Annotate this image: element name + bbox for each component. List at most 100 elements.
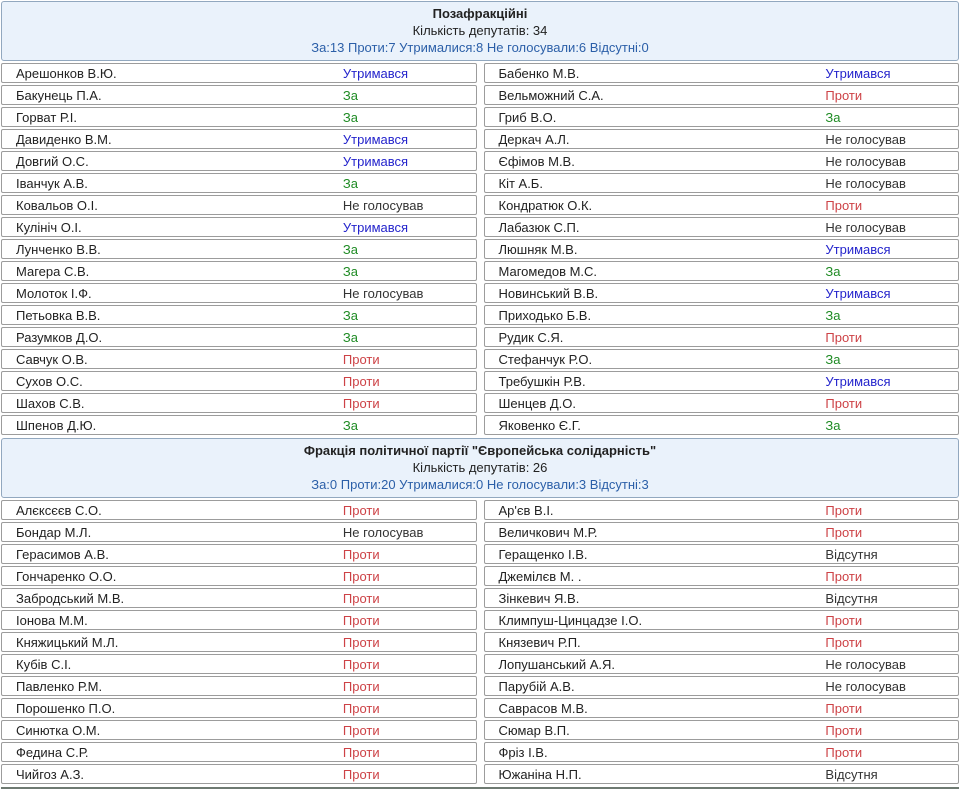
deputy-name: Федина С.Р.: [2, 745, 343, 760]
deputy-vote-value: Проти: [343, 657, 476, 672]
deputy-vote-value: За: [825, 308, 958, 323]
deputy-vote-value: Утримався: [343, 154, 476, 169]
deputy-name: Саврасов М.В.: [485, 701, 826, 716]
deputy-name: Княжицький М.Л.: [2, 635, 343, 650]
deputy-vote-value: Проти: [825, 569, 958, 584]
deputy-vote-value: Проти: [825, 701, 958, 716]
deputy-name: Гончаренко О.О.: [2, 569, 343, 584]
deputy-vote-row: Лунченко В.В. За: [1, 239, 477, 259]
faction-section: Фракція політичної партії "Європейська с…: [1, 438, 959, 786]
deputy-name: Зінкевич Я.В.: [485, 591, 826, 606]
deputy-name: Парубій А.В.: [485, 679, 826, 694]
deputy-name: Єфімов М.В.: [485, 154, 826, 169]
deputy-name: Кубів С.І.: [2, 657, 343, 672]
deputy-name: Сухов О.С.: [2, 374, 343, 389]
deputy-vote-value: Проти: [343, 613, 476, 628]
deputy-vote-row: Сюмар В.П. Проти: [484, 720, 960, 740]
deputy-vote-value: Не голосував: [343, 198, 476, 213]
deputy-vote-value: Не голосував: [825, 679, 958, 694]
deputy-vote-row: Павленко Р.М. Проти: [1, 676, 477, 696]
deputy-vote-row: Зінкевич Я.В. Відсутня: [484, 588, 960, 608]
deputy-name: Ар'єв В.І.: [485, 503, 826, 518]
deputy-vote-value: За: [343, 242, 476, 257]
deputy-name: Новинський В.В.: [485, 286, 826, 301]
deputy-name: Павленко Р.М.: [2, 679, 343, 694]
deputy-name: Іонова М.М.: [2, 613, 343, 628]
deputy-vote-value: Відсутня: [825, 591, 958, 606]
deputy-vote-row: Бабенко М.В. Утримався: [484, 63, 960, 83]
deputy-vote-value: Проти: [825, 723, 958, 738]
deputy-vote-value: Проти: [343, 374, 476, 389]
deputy-name: Кулініч О.І.: [2, 220, 343, 235]
deputy-vote-value: Не голосував: [825, 657, 958, 672]
deputy-name: Яковенко Є.Г.: [485, 418, 826, 433]
deputy-vote-row: Арешонков В.Ю. Утримався: [1, 63, 477, 83]
deputy-vote-row: Требушкін Р.В. Утримався: [484, 371, 960, 391]
deputy-vote-row: Сухов О.С. Проти: [1, 371, 477, 391]
deputy-vote-value: Не голосував: [825, 132, 958, 147]
deputy-vote-row: Порошенко П.О. Проти: [1, 698, 477, 718]
deputy-vote-value: Проти: [343, 569, 476, 584]
faction-vote-summary: За:13 Проти:7 Утрималися:8 Не голосували…: [2, 39, 958, 56]
deputy-vote-row: Магомедов М.С. За: [484, 261, 960, 281]
deputy-vote-value: За: [343, 330, 476, 345]
deputy-vote-value: Проти: [343, 767, 476, 782]
deputy-vote-row: Бакунець П.А. За: [1, 85, 477, 105]
faction-title: Позафракційні: [2, 5, 958, 22]
deputy-vote-value: Утримався: [825, 66, 958, 81]
vote-grid: Алєксєєв С.О. Проти Бондар М.Л. Не голос…: [1, 500, 959, 786]
deputy-vote-row: Іонова М.М. Проти: [1, 610, 477, 630]
deputy-name: Геращенко І.В.: [485, 547, 826, 562]
deputy-vote-row: Лопушанський А.Я. Не голосував: [484, 654, 960, 674]
faction-deputies-count: Кількість депутатів: 34: [2, 22, 958, 39]
deputy-name: Ковальов О.І.: [2, 198, 343, 213]
deputy-name: Іванчук А.В.: [2, 176, 343, 191]
deputy-name: Довгий О.С.: [2, 154, 343, 169]
deputy-name: Требушкін Р.В.: [485, 374, 826, 389]
vote-column-right: Бабенко М.В. Утримався Вельможний С.А. П…: [484, 63, 960, 437]
deputy-vote-row: Приходько Б.В. За: [484, 305, 960, 325]
deputy-vote-value: Проти: [343, 701, 476, 716]
deputy-vote-row: Молоток І.Ф. Не голосував: [1, 283, 477, 303]
deputy-vote-value: Проти: [343, 396, 476, 411]
deputy-vote-value: За: [343, 264, 476, 279]
deputy-vote-value: Утримався: [825, 242, 958, 257]
faction-section: Позафракційні Кількість депутатів: 34 За…: [1, 1, 959, 437]
deputy-name: Деркач А.Л.: [485, 132, 826, 147]
deputy-vote-row: Князевич Р.П. Проти: [484, 632, 960, 652]
deputy-vote-row: Кулініч О.І. Утримався: [1, 217, 477, 237]
deputy-vote-value: Проти: [825, 613, 958, 628]
deputy-vote-row: Шенцев Д.О. Проти: [484, 393, 960, 413]
deputy-vote-value: Утримався: [343, 220, 476, 235]
deputy-name: Забродський М.В.: [2, 591, 343, 606]
deputy-vote-row: Іванчук А.В. За: [1, 173, 477, 193]
faction-header: Фракція політичної партії "Європейська с…: [1, 438, 959, 498]
deputy-vote-row: Фріз І.В. Проти: [484, 742, 960, 762]
deputy-vote-row: Горват Р.І. За: [1, 107, 477, 127]
deputy-name: Арешонков В.Ю.: [2, 66, 343, 81]
deputy-name: Шенцев Д.О.: [485, 396, 826, 411]
deputy-name: Бондар М.Л.: [2, 525, 343, 540]
deputy-vote-row: Савчук О.В. Проти: [1, 349, 477, 369]
deputy-vote-row: Геращенко І.В. Відсутня: [484, 544, 960, 564]
deputy-name: Савчук О.В.: [2, 352, 343, 367]
deputy-name: Южаніна Н.П.: [485, 767, 826, 782]
deputy-name: Бабенко М.В.: [485, 66, 826, 81]
deputy-name: Герасимов А.В.: [2, 547, 343, 562]
deputy-vote-value: Проти: [343, 723, 476, 738]
deputy-vote-row: Забродський М.В. Проти: [1, 588, 477, 608]
deputy-vote-value: Утримався: [343, 132, 476, 147]
deputy-vote-row: Алєксєєв С.О. Проти: [1, 500, 477, 520]
faction-title: Фракція політичної партії "Європейська с…: [2, 442, 958, 459]
deputy-vote-value: Проти: [343, 635, 476, 650]
deputy-name: Климпуш-Цинцадзе І.О.: [485, 613, 826, 628]
deputy-vote-value: За: [825, 264, 958, 279]
deputy-vote-value: За: [343, 308, 476, 323]
deputy-vote-row: Люшняк М.В. Утримався: [484, 239, 960, 259]
deputy-name: Величкович М.Р.: [485, 525, 826, 540]
deputy-name: Молоток І.Ф.: [2, 286, 343, 301]
deputy-vote-row: Разумков Д.О. За: [1, 327, 477, 347]
deputy-vote-value: Проти: [343, 745, 476, 760]
deputy-name: Фріз І.В.: [485, 745, 826, 760]
deputy-vote-row: Саврасов М.В. Проти: [484, 698, 960, 718]
